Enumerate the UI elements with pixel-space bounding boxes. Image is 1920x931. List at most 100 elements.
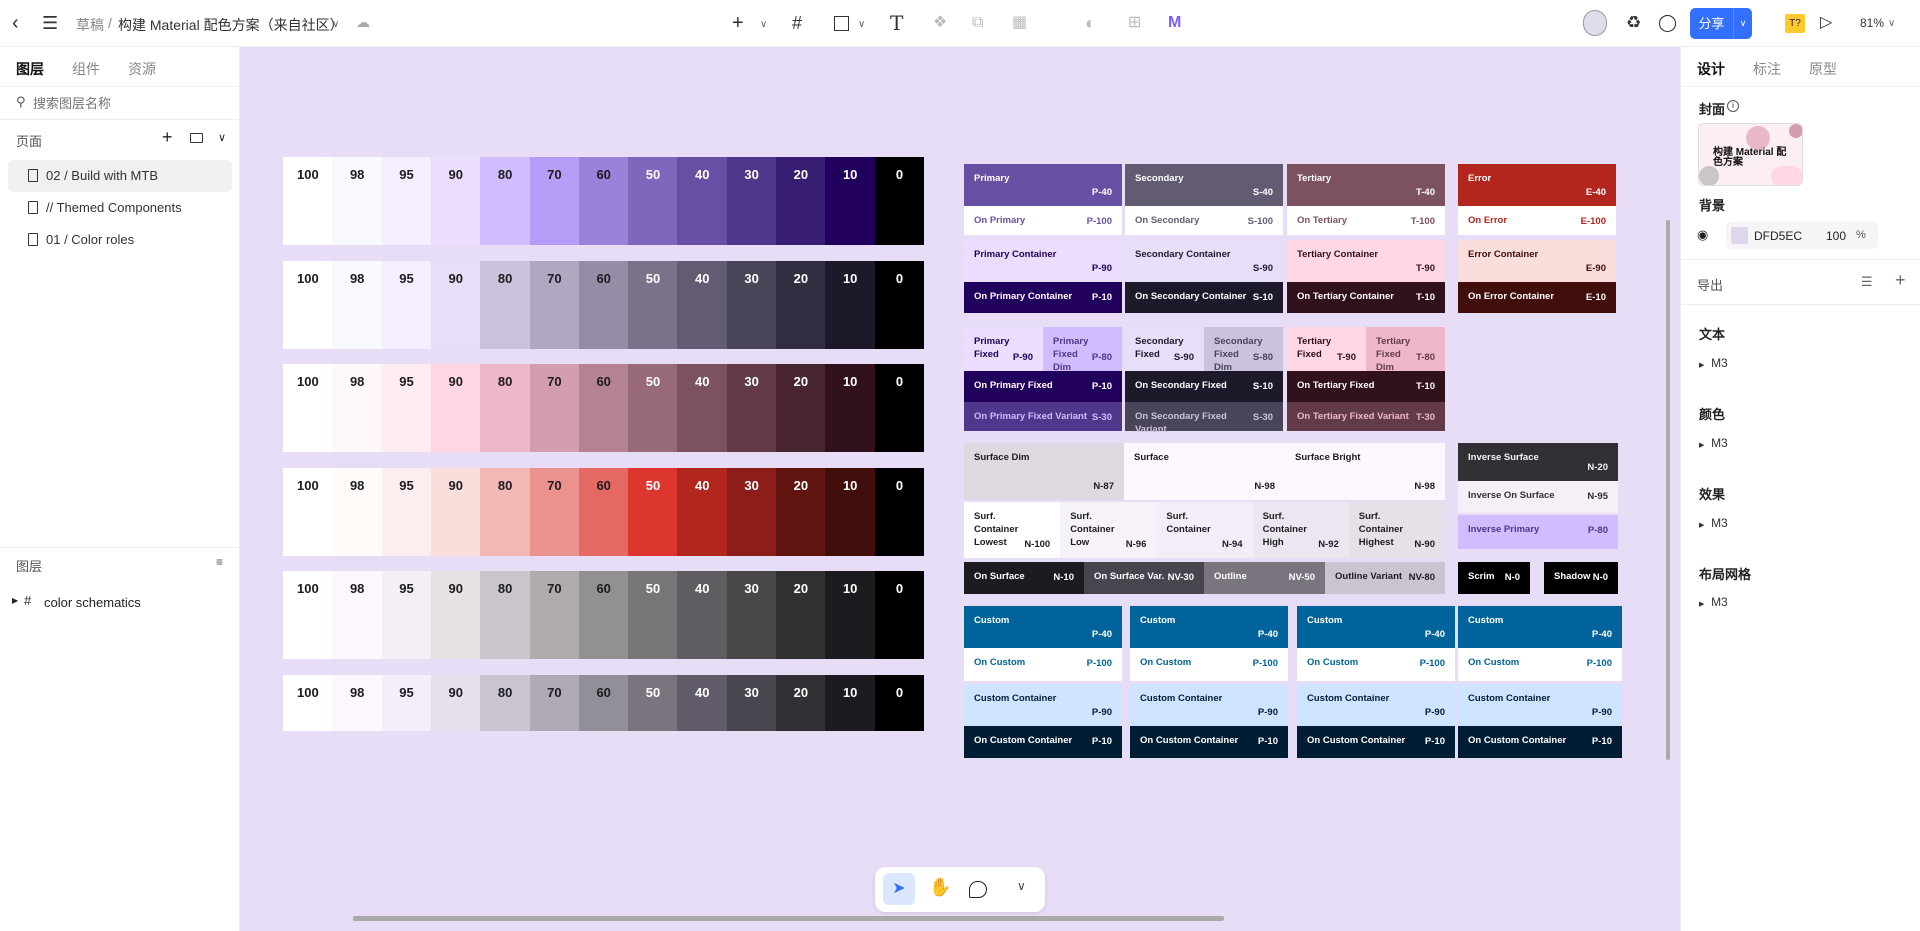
role-tone: P-90 — [1591, 707, 1612, 718]
style-item[interactable]: ▶ M3 — [1699, 516, 1728, 530]
rectangle-icon[interactable] — [834, 16, 849, 31]
background-fill-field[interactable]: DFD5EC 100 % — [1726, 222, 1878, 249]
text-tool-icon[interactable]: T — [890, 12, 903, 34]
add-page-icon[interactable]: + — [162, 127, 173, 148]
add-export-icon[interactable]: + — [1895, 270, 1906, 291]
percent-label: % — [1856, 229, 1866, 241]
color-role-card: Tertiary Fixed Dim T-80 — [1366, 327, 1445, 373]
settings-sliders-icon[interactable]: ☰ — [1861, 274, 1873, 290]
tab-prototype[interactable]: 原型 — [1809, 59, 1837, 79]
palette-swatch: 40 — [677, 157, 728, 245]
comment-icon[interactable] — [969, 881, 987, 898]
role-label: On Tertiary Fixed — [1297, 380, 1375, 391]
role-tone: E-10 — [1585, 292, 1606, 303]
sort-icon[interactable]: ≡ — [216, 555, 223, 569]
chevron-down-icon[interactable]: ∨ — [1734, 8, 1752, 39]
background-opacity[interactable]: 100 — [1826, 229, 1846, 243]
color-swatch[interactable] — [1731, 227, 1748, 244]
role-tone: T-100 — [1410, 216, 1435, 227]
role-label: Primary — [974, 173, 1010, 184]
caret-right-icon: ▶ — [1699, 601, 1705, 608]
role-label: Surf. Container Highest — [1358, 511, 1404, 548]
palette-swatch: 0 — [874, 261, 925, 349]
tab-layers[interactable]: 图层 — [16, 59, 44, 79]
role-tone: N-10 — [1053, 572, 1074, 583]
palette-swatch: 95 — [381, 157, 432, 245]
ai-plugin-icon[interactable]: M — [1168, 12, 1181, 34]
style-item[interactable]: ▶ M3 — [1699, 595, 1728, 609]
palette-swatch: 20 — [776, 468, 826, 556]
tab-annotate[interactable]: 标注 — [1753, 59, 1781, 79]
layer-search-input[interactable] — [33, 93, 223, 113]
expand-icon[interactable]: ∨ — [1017, 879, 1026, 893]
move-tool-icon[interactable]: ➤ — [883, 873, 915, 905]
chevron-down-icon[interactable]: ∨ — [332, 19, 339, 30]
palette-swatch: 95 — [381, 571, 432, 659]
frame-icon[interactable]: # — [792, 12, 802, 34]
horizontal-scrollbar[interactable] — [353, 916, 1224, 921]
tab-assets[interactable]: 资源 — [128, 59, 156, 79]
info-icon[interactable]: i — [1727, 100, 1739, 112]
role-label: Custom — [1140, 615, 1176, 626]
role-label: Surface Dim — [974, 452, 1030, 463]
role-label: Secondary Container — [1135, 249, 1231, 260]
palette-swatch: 80 — [480, 261, 530, 349]
circle-icon[interactable]: ◐ — [1085, 12, 1096, 34]
chevron-down-icon[interactable]: ∨ — [760, 19, 767, 30]
folder-icon[interactable] — [190, 133, 203, 143]
mask-icon[interactable]: ▦ — [1012, 12, 1027, 34]
file-title[interactable]: 构建 Material 配色方案（来自社区） — [118, 15, 344, 35]
back-icon[interactable]: ‹ — [12, 12, 19, 34]
eye-icon[interactable]: ◉ — [1697, 227, 1708, 243]
role-tone: T-90 — [1415, 263, 1435, 274]
add-icon[interactable]: + — [732, 12, 744, 34]
role-tone: P-90 — [1012, 352, 1033, 363]
boolean-icon[interactable]: ⧉ — [972, 12, 983, 34]
menu-icon[interactable]: ☰ — [42, 12, 58, 34]
top-toolbar: ‹ ☰ 草稿 / 构建 Material 配色方案（来自社区） ∨ ☁ + ∨ … — [0, 0, 1920, 47]
lightbulb-icon[interactable]: ◯ — [1658, 12, 1677, 34]
chevron-down-icon[interactable]: ∨ — [858, 19, 865, 30]
color-role-card: On Primary P-100 — [964, 206, 1122, 235]
color-role-card: Tertiary Fixed T-90 — [1287, 327, 1366, 371]
style-item[interactable]: ▶ M3 — [1699, 436, 1728, 450]
breadcrumb-root[interactable]: 草稿 — [76, 15, 104, 35]
role-label: Surf. Container High — [1262, 511, 1307, 548]
page-item[interactable]: 02 / Build with MTB — [8, 160, 232, 192]
role-tone: E-90 — [1585, 263, 1606, 274]
role-label: On Custom — [1140, 657, 1192, 668]
vertical-scrollbar[interactable] — [1666, 220, 1670, 760]
color-role-card: Inverse Surface N-20 — [1458, 443, 1618, 481]
style-item[interactable]: ▶ M3 — [1699, 356, 1728, 370]
palette-swatch: 90 — [430, 261, 481, 349]
palette-swatch: 50 — [628, 468, 678, 556]
zoom-level[interactable]: 81% — [1860, 16, 1884, 30]
tab-design[interactable]: 设计 — [1697, 59, 1725, 79]
tab-components[interactable]: 组件 — [72, 59, 100, 79]
role-tone: T-10 — [1415, 381, 1435, 392]
color-role-card: Surf. Container Low N-96 — [1060, 502, 1157, 558]
play-icon[interactable]: ▷ — [1820, 12, 1832, 34]
palette-swatch: 0 — [874, 157, 925, 245]
avatar[interactable] — [1583, 10, 1607, 36]
caret-right-icon[interactable]: ▶ — [12, 596, 18, 605]
layer-item[interactable]: color schematics — [44, 595, 141, 610]
page-item[interactable]: // Themed Components — [8, 192, 232, 224]
chevron-down-icon[interactable]: ∨ — [1888, 18, 1895, 29]
section-grid-title: 布局网格 — [1699, 567, 1752, 582]
background-hex[interactable]: DFD5EC — [1754, 229, 1802, 243]
plugin-icon[interactable]: ♻ — [1626, 12, 1641, 34]
color-role-card: On Secondary S-100 — [1125, 206, 1283, 235]
page-item[interactable]: 01 / Color roles — [8, 224, 232, 256]
chevron-down-icon[interactable]: ∨ — [218, 131, 226, 144]
role-tone: P-40 — [1091, 187, 1112, 198]
cover-thumbnail[interactable]: 构建 Material 配色方案 — [1698, 123, 1803, 186]
missing-font-badge[interactable]: T? — [1785, 14, 1805, 33]
palette-swatch: 98 — [332, 261, 383, 349]
component-icon[interactable]: ❖ — [933, 12, 947, 34]
share-button[interactable]: 分享 ∨ — [1690, 8, 1752, 39]
crop-icon[interactable]: ⊞ — [1128, 12, 1141, 34]
hand-tool-icon[interactable]: ✋ — [929, 877, 951, 898]
palette-swatch: 70 — [529, 157, 580, 245]
share-label: 分享 — [1690, 8, 1734, 39]
